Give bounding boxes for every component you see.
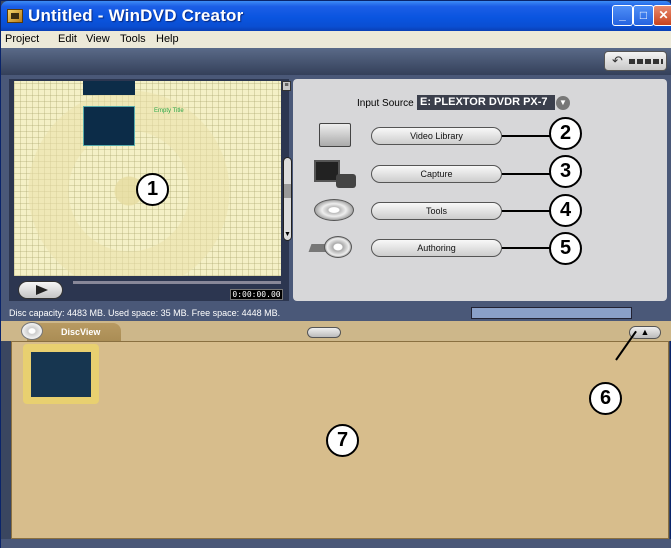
capture-icon: [314, 160, 358, 190]
callout-3: 3: [549, 155, 582, 188]
slider-down-icon[interactable]: ▼: [284, 231, 291, 238]
callout-line-3: [502, 173, 550, 175]
callout-4: 4: [549, 194, 582, 227]
authoring-icon: [308, 236, 354, 258]
capture-button[interactable]: Capture: [371, 165, 502, 183]
dvd-icon: [324, 236, 352, 258]
empty-title-text[interactable]: Empty Title: [154, 108, 184, 114]
tab-discview-label: DiscView: [61, 327, 101, 337]
panel-resize-handle[interactable]: [307, 327, 341, 338]
menu-tools[interactable]: Tools: [120, 33, 146, 45]
close-button[interactable]: ✕: [653, 5, 671, 26]
seek-bar[interactable]: [73, 281, 281, 284]
folder-icon: [319, 123, 351, 147]
maximize-button[interactable]: □: [633, 5, 654, 26]
callout-6: 6: [589, 382, 622, 415]
volume-slider-thumb[interactable]: [284, 184, 291, 198]
menu-edit[interactable]: Edit: [58, 33, 77, 45]
menu-thumbnail[interactable]: [83, 81, 135, 95]
minimize-button[interactable]: _: [612, 5, 633, 26]
menu-help[interactable]: Help: [156, 33, 179, 45]
app-icon: [7, 9, 23, 23]
undo-history-icon: [629, 59, 663, 64]
title-bar[interactable]: Untitled - WinDVD Creator _ □ ✕: [1, 1, 671, 31]
play-button[interactable]: [18, 281, 63, 299]
disc-capacity-text: Disc capacity: 4483 MB. Used space: 35 M…: [9, 308, 281, 318]
callout-7: 7: [326, 424, 359, 457]
disc-menu-thumbnail-image: [31, 352, 91, 397]
input-source-select[interactable]: E: PLEXTOR DVDR PX-7: [417, 95, 555, 110]
menu-thumbnail-selected[interactable]: [83, 106, 135, 146]
tools-button[interactable]: Tools: [371, 202, 502, 220]
timecode-display: 0:00:00.00: [230, 289, 283, 300]
app-window: Untitled - WinDVD Creator _ □ ✕ Project …: [0, 0, 671, 548]
preview-options-button[interactable]: ≡: [282, 81, 291, 91]
disc-menu-thumbnail[interactable]: [23, 344, 99, 404]
authoring-button[interactable]: Authoring: [371, 239, 502, 257]
toolbar: ↶: [1, 48, 671, 75]
disc-icon: [314, 199, 354, 221]
callout-line-5: [502, 247, 550, 249]
action-panel: [293, 79, 667, 301]
disc-icon: [21, 322, 43, 340]
input-source-label: Input Source: [357, 98, 414, 109]
camcorder-icon: [336, 174, 356, 188]
callout-2: 2: [549, 117, 582, 150]
video-library-button[interactable]: Video Library: [371, 127, 502, 145]
bottom-border: [1, 539, 671, 548]
window-title: Untitled - WinDVD Creator: [28, 6, 244, 25]
callout-5: 5: [549, 232, 582, 265]
menu-view[interactable]: View: [86, 33, 110, 45]
menu-project[interactable]: Project: [5, 33, 39, 45]
callout-line-4: [502, 210, 550, 212]
menu-bar: Project Edit View Tools Help: [1, 31, 671, 48]
undo-icon: ↶: [612, 53, 623, 68]
callout-1: 1: [136, 173, 169, 206]
disc-capacity-bar: [471, 307, 632, 319]
callout-line-2: [502, 135, 550, 137]
chevron-down-icon[interactable]: ▼: [556, 96, 570, 110]
undo-button[interactable]: ↶: [604, 51, 667, 71]
volume-slider[interactable]: ▼: [283, 157, 292, 241]
